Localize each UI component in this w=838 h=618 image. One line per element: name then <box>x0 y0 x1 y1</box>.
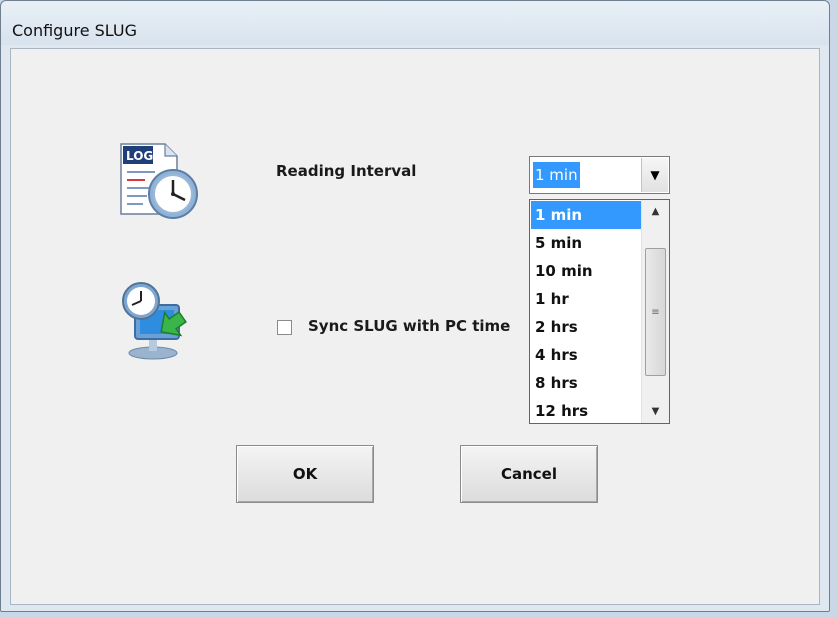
configure-slug-window: Configure SLUG LOG Reading Interval 1 mi… <box>0 0 830 612</box>
list-item-8-hrs[interactable]: 8 hrs <box>531 369 641 397</box>
vertical-scrollbar[interactable]: ▲ ≡ ▼ <box>641 200 669 423</box>
scrollbar-thumb[interactable]: ≡ <box>645 248 666 376</box>
list-item-1-hr[interactable]: 1 hr <box>531 285 641 313</box>
sync-checkbox[interactable] <box>277 320 292 335</box>
ok-button[interactable]: OK <box>236 445 374 503</box>
list-item-12-hrs[interactable]: 12 hrs <box>531 397 641 425</box>
reading-interval-label: Reading Interval <box>276 162 417 180</box>
scroll-up-arrow-icon[interactable]: ▲ <box>642 200 669 222</box>
log-badge-text: LOG <box>126 149 153 163</box>
sync-label[interactable]: Sync SLUG with PC time <box>308 317 510 335</box>
log-clock-icon: LOG <box>115 140 201 226</box>
dropdown-arrow-icon[interactable]: ▼ <box>641 158 668 192</box>
pc-time-sync-icon <box>119 279 191 361</box>
title-bar[interactable]: Configure SLUG <box>1 1 829 45</box>
combobox-selected-value[interactable]: 1 min <box>533 162 580 188</box>
list-item-2-hrs[interactable]: 2 hrs <box>531 313 641 341</box>
list-item-5-min[interactable]: 5 min <box>531 229 641 257</box>
list-item-10-min[interactable]: 10 min <box>531 257 641 285</box>
window-title: Configure SLUG <box>12 21 138 40</box>
reading-interval-combobox[interactable]: 1 min ▼ <box>529 156 670 194</box>
list-item-4-hrs[interactable]: 4 hrs <box>531 341 641 369</box>
cancel-button[interactable]: Cancel <box>460 445 598 503</box>
grip-icon: ≡ <box>651 306 660 318</box>
dialog-client-area: LOG Reading Interval 1 min ▼ 1 min 5 min… <box>10 48 820 605</box>
reading-interval-dropdown-list[interactable]: 1 min 5 min 10 min 1 hr 2 hrs 4 hrs 8 hr… <box>529 199 670 424</box>
scroll-down-arrow-icon[interactable]: ▼ <box>642 400 669 422</box>
list-item-1-min[interactable]: 1 min <box>531 201 641 229</box>
